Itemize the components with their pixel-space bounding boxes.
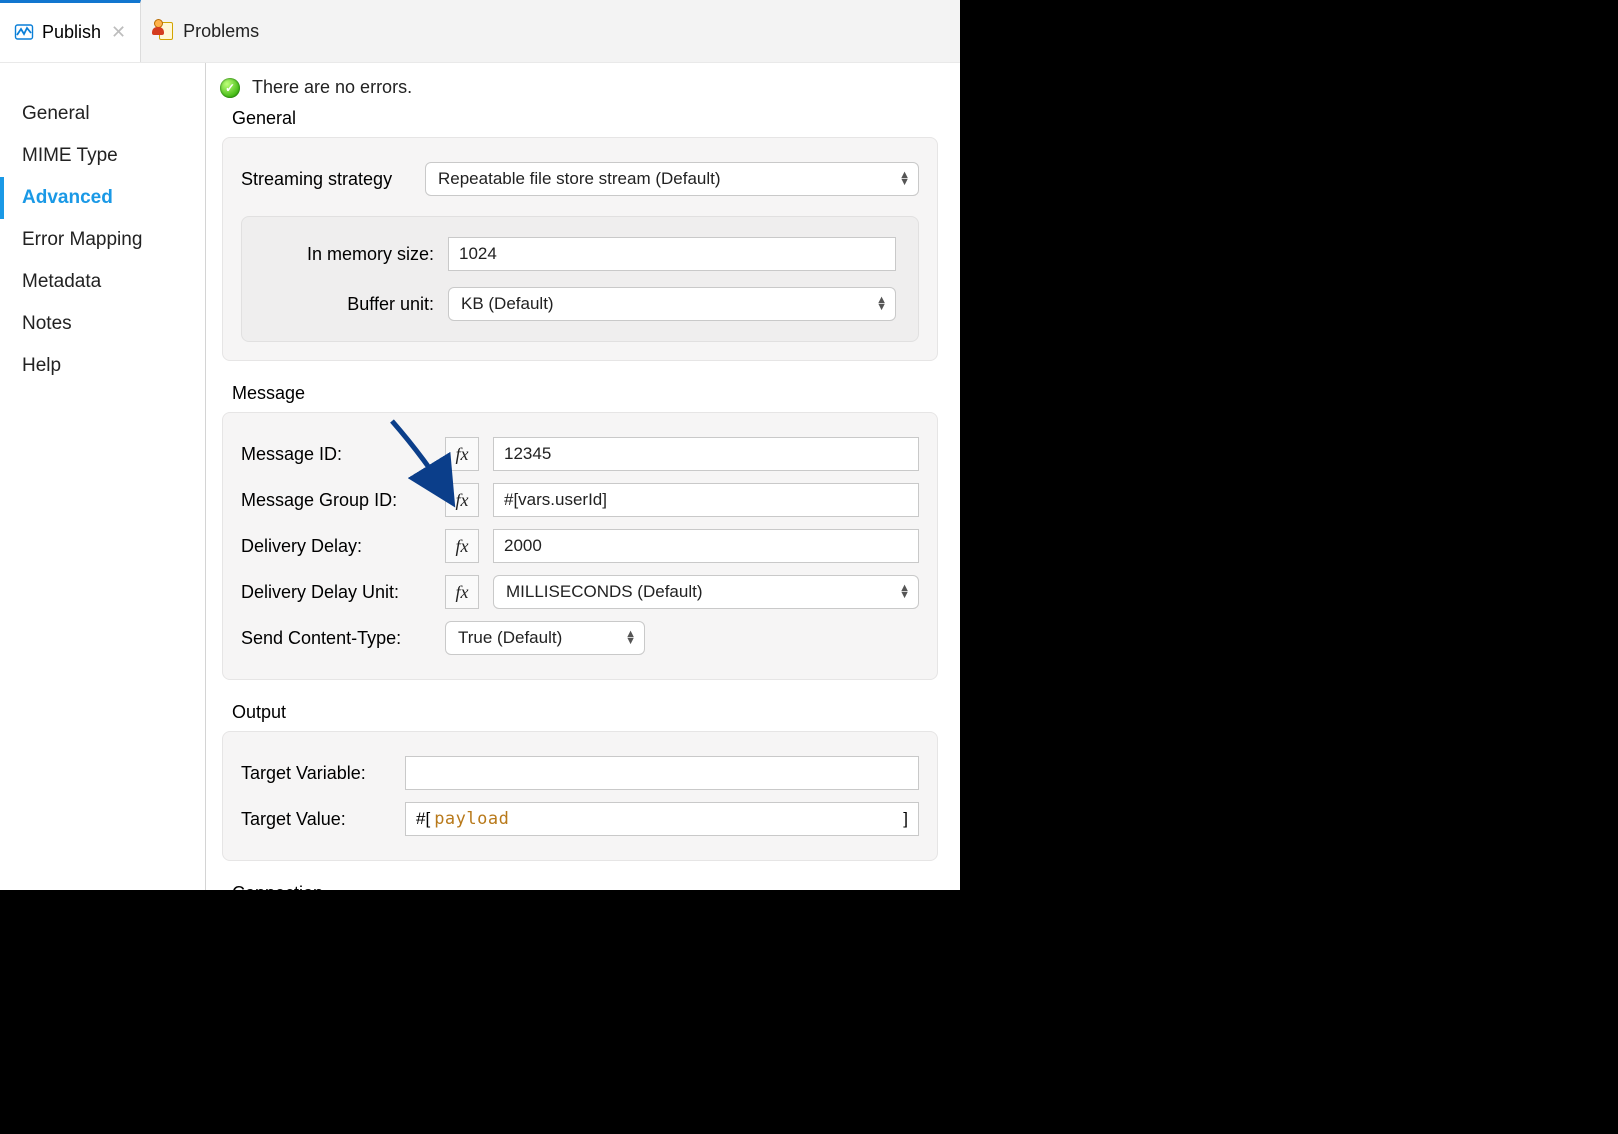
tab-publish-label: Publish	[42, 22, 101, 43]
sidebar-item-help[interactable]: Help	[0, 345, 205, 387]
problems-icon	[155, 21, 175, 41]
buffer-unit-select[interactable]: KB (Default) ▲▼	[448, 287, 896, 321]
delivery-delay-input[interactable]: 2000	[493, 529, 919, 563]
chevron-updown-icon: ▲▼	[899, 172, 910, 186]
content: There are no errors. General Streaming s…	[206, 63, 960, 890]
target-value-input[interactable]: #[ payload ]	[405, 802, 919, 836]
send-content-type-select[interactable]: True (Default) ▲▼	[445, 621, 645, 655]
delivery-delay-unit-select[interactable]: MILLISECONDS (Default) ▲▼	[493, 575, 919, 609]
tab-bar: Publish ✕ Problems	[0, 0, 960, 63]
section-title-connection: Connection	[218, 879, 942, 890]
tab-problems-label: Problems	[183, 21, 259, 42]
in-memory-size-input[interactable]: 1024	[448, 237, 896, 271]
streaming-strategy-label: Streaming strategy	[241, 169, 411, 190]
buffer-unit-label: Buffer unit:	[264, 294, 434, 315]
target-variable-label: Target Variable:	[241, 763, 391, 784]
target-variable-input[interactable]	[405, 756, 919, 790]
sidebar-item-metadata[interactable]: Metadata	[0, 261, 205, 303]
target-value-label: Target Value:	[241, 809, 391, 830]
message-id-label: Message ID:	[241, 444, 431, 465]
section-title-general: General	[218, 104, 942, 137]
section-title-message: Message	[218, 379, 942, 412]
body: General MIME Type Advanced Error Mapping…	[0, 63, 960, 890]
status-ok-icon	[220, 78, 240, 98]
message-id-input[interactable]: 12345	[493, 437, 919, 471]
delivery-delay-unit-label: Delivery Delay Unit:	[241, 582, 431, 603]
publish-icon	[14, 23, 34, 43]
send-content-type-label: Send Content-Type:	[241, 628, 431, 649]
chevron-updown-icon: ▲▼	[899, 585, 910, 599]
sidebar-item-mime-type[interactable]: MIME Type	[0, 135, 205, 177]
tab-publish[interactable]: Publish ✕	[0, 0, 141, 62]
streaming-strategy-select[interactable]: Repeatable file store stream (Default) ▲…	[425, 162, 919, 196]
tab-problems[interactable]: Problems	[141, 0, 273, 62]
sidebar-item-general[interactable]: General	[0, 93, 205, 135]
app-window: Publish ✕ Problems General MIME Type Adv…	[0, 0, 960, 890]
sidebar-item-error-mapping[interactable]: Error Mapping	[0, 219, 205, 261]
subpanel-streaming: In memory size: 1024 Buffer unit: KB (De…	[241, 216, 919, 342]
fx-button[interactable]: fx	[445, 483, 479, 517]
section-title-output: Output	[218, 698, 942, 731]
sidebar-item-advanced[interactable]: Advanced	[0, 177, 205, 219]
panel-output: Target Variable: Target Value: #[ payloa…	[222, 731, 938, 861]
status-row: There are no errors.	[218, 73, 942, 104]
panel-message: Message ID: fx 12345 Message Group ID: f…	[222, 412, 938, 680]
sidebar: General MIME Type Advanced Error Mapping…	[0, 63, 206, 890]
fx-button[interactable]: fx	[445, 575, 479, 609]
status-text: There are no errors.	[252, 77, 412, 98]
message-group-id-label: Message Group ID:	[241, 490, 431, 511]
panel-general: Streaming strategy Repeatable file store…	[222, 137, 938, 361]
chevron-updown-icon: ▲▼	[625, 631, 636, 645]
fx-button[interactable]: fx	[445, 529, 479, 563]
delivery-delay-label: Delivery Delay:	[241, 536, 431, 557]
close-icon[interactable]: ✕	[109, 22, 126, 43]
message-group-id-input[interactable]: #[vars.userId]	[493, 483, 919, 517]
in-memory-size-label: In memory size:	[264, 244, 434, 265]
chevron-updown-icon: ▲▼	[876, 297, 887, 311]
fx-button[interactable]: fx	[445, 437, 479, 471]
sidebar-item-notes[interactable]: Notes	[0, 303, 205, 345]
